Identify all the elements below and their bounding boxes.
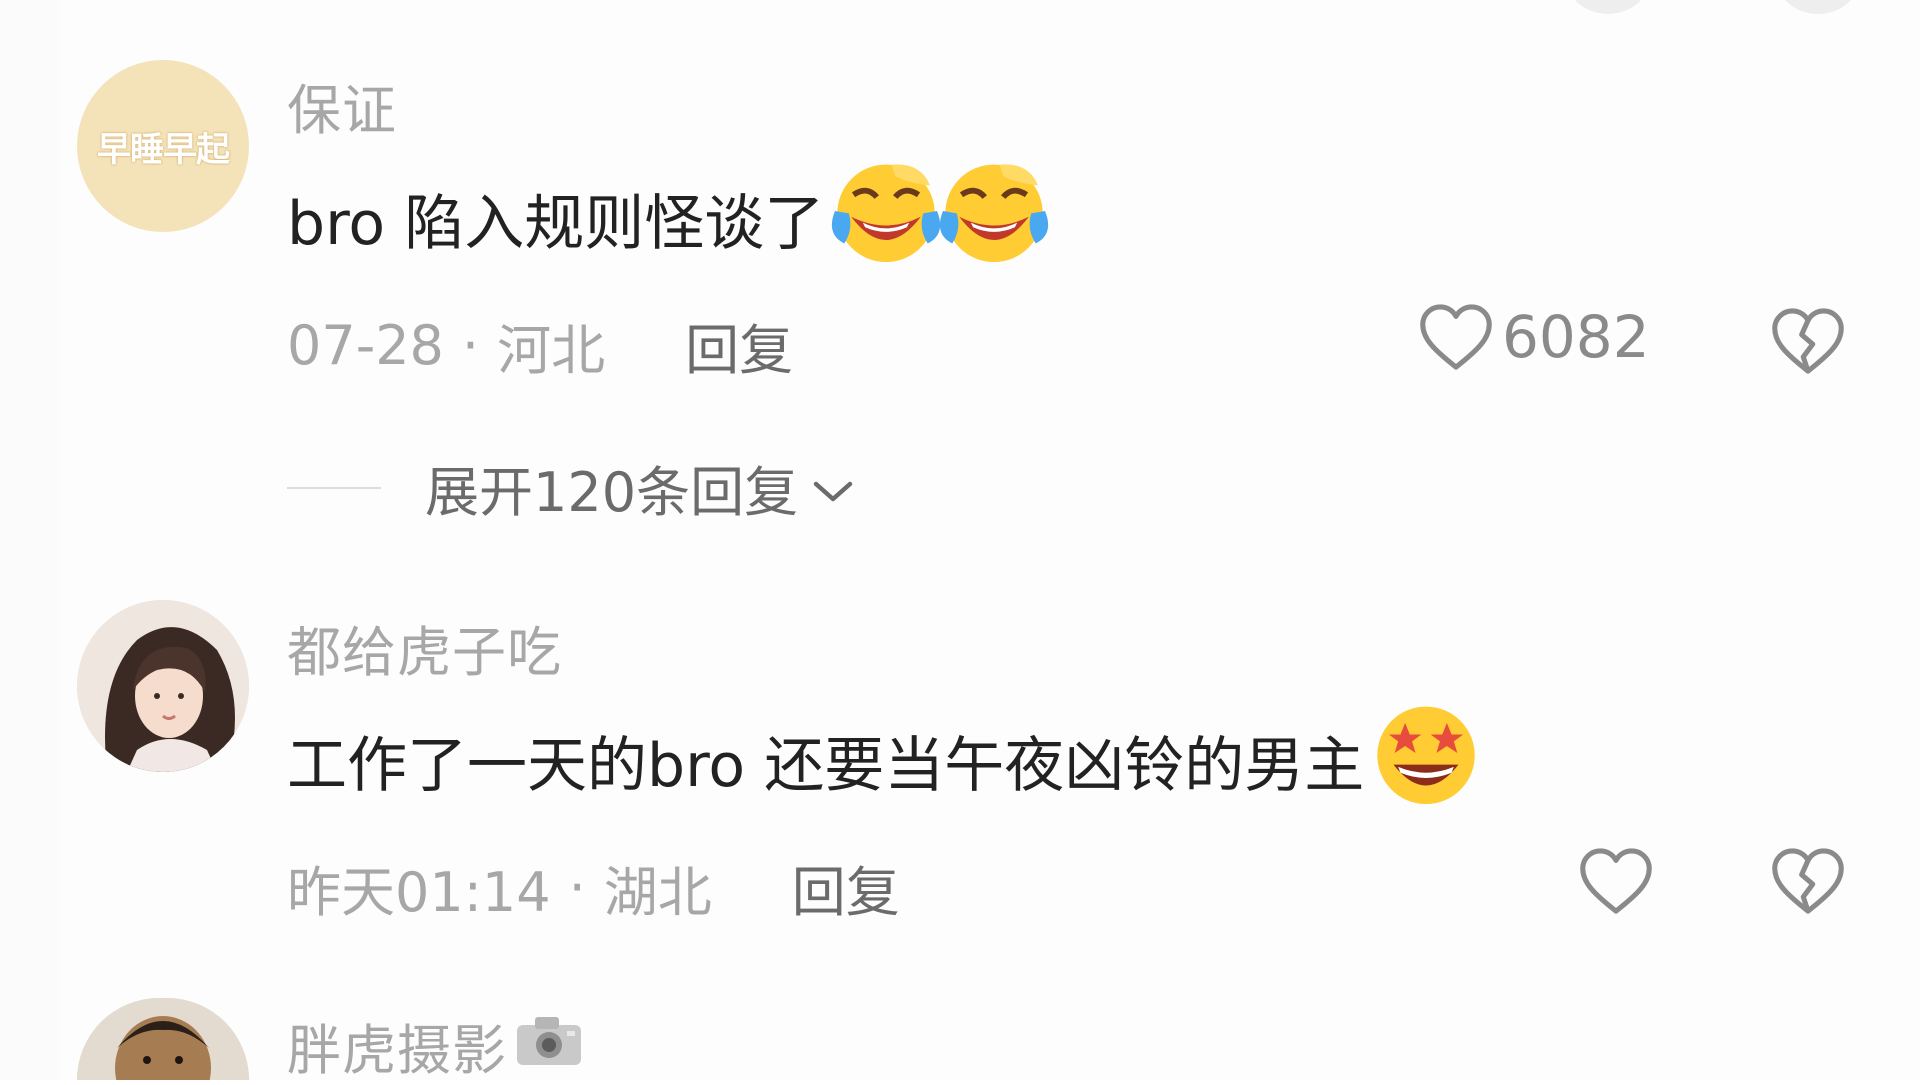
comment-text-row: 工作了一天的bro 还要当午夜凶铃的男主 bbox=[287, 700, 1484, 820]
comment-author-name: 胖虎摄影 bbox=[287, 1019, 507, 1082]
comment-date: 昨天01:14 bbox=[287, 861, 551, 924]
comment-text: bro 陷入规则怪谈了 bbox=[287, 188, 825, 259]
like-count: 6082 bbox=[1502, 303, 1650, 371]
expand-replies-button[interactable]: 展开120条回复 bbox=[287, 448, 856, 527]
like-button[interactable]: 6082 bbox=[1418, 302, 1650, 372]
comment-meta: 07-28 · 河北 回复 bbox=[287, 306, 793, 385]
laughing-crying-emoji-icon bbox=[828, 153, 944, 284]
avatar[interactable]: 早睡早起 bbox=[77, 60, 249, 232]
heart-icon bbox=[1418, 302, 1494, 372]
heart-icon bbox=[1578, 846, 1654, 916]
comment-text-row: bro 陷入规则怪谈了 bbox=[287, 158, 1052, 278]
meta-separator: · bbox=[568, 856, 586, 919]
star-struck-emoji-icon bbox=[1368, 695, 1484, 826]
comment-meta: 昨天01:14 · 湖北 回复 bbox=[287, 848, 900, 927]
camera-icon bbox=[511, 1009, 587, 1082]
expand-replies-label: 展开120条回复 bbox=[425, 461, 799, 524]
laughing-crying-emoji-icon bbox=[936, 153, 1052, 284]
comment-author[interactable]: 保证 bbox=[287, 66, 397, 145]
reply-button[interactable]: 回复 bbox=[792, 848, 900, 927]
comment-location: 湖北 bbox=[603, 861, 712, 924]
like-button[interactable] bbox=[1578, 846, 1654, 916]
comment-location: 河北 bbox=[497, 319, 606, 382]
comment-panel: 早睡早起 保证 bro 陷入规则怪谈了 07-28 · 河北 回复 6082 展… bbox=[0, 0, 1920, 1082]
dislike-button[interactable] bbox=[1770, 846, 1846, 920]
avatar[interactable] bbox=[77, 600, 249, 772]
avatar-portrait bbox=[77, 600, 249, 772]
comment-author[interactable]: 胖虎摄影 bbox=[287, 1006, 587, 1085]
broken-heart-icon bbox=[1770, 308, 1846, 380]
avatar-text: 早睡早起 bbox=[97, 129, 230, 170]
comment-date: 07-28 bbox=[287, 314, 444, 377]
broken-heart-icon bbox=[1770, 848, 1846, 920]
chevron-down-icon bbox=[798, 456, 856, 519]
comment-author[interactable]: 都给虎子吃 bbox=[287, 608, 562, 687]
dislike-button[interactable] bbox=[1770, 306, 1846, 380]
comment-text: 工作了一天的bro 还要当午夜凶铃的男主 bbox=[287, 730, 1365, 801]
meta-separator: · bbox=[461, 314, 480, 377]
reply-button[interactable]: 回复 bbox=[685, 306, 793, 385]
expand-divider bbox=[287, 486, 381, 489]
